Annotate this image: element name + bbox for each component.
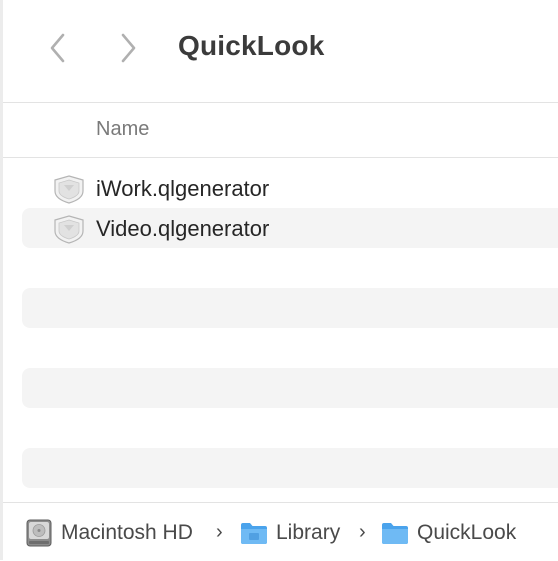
column-header-name[interactable]: Name xyxy=(96,118,149,141)
file-list: iWork.qlgenerator Video.qlgenerator xyxy=(0,158,558,502)
qlgenerator-plugin-icon xyxy=(54,175,84,204)
empty-row xyxy=(22,328,558,368)
empty-row xyxy=(22,368,558,408)
path-item-library[interactable]: Library xyxy=(240,517,340,549)
chevron-left-icon xyxy=(50,33,65,63)
empty-row xyxy=(22,448,558,488)
path-item-quicklook[interactable]: QuickLook xyxy=(381,517,516,549)
column-header-bar: Name xyxy=(3,103,558,158)
empty-row xyxy=(22,288,558,328)
forward-button[interactable] xyxy=(113,30,143,66)
empty-row xyxy=(22,248,558,288)
chevron-right-icon xyxy=(121,33,136,63)
path-bar: Macintosh HD › Library › QuickLook xyxy=(3,502,558,561)
qlgenerator-plugin-icon xyxy=(54,215,84,244)
hard-drive-icon xyxy=(26,519,52,547)
empty-row xyxy=(22,408,558,448)
file-row-iwork[interactable]: iWork.qlgenerator xyxy=(22,168,558,208)
folder-icon xyxy=(382,523,408,544)
path-item-macintosh-hd[interactable]: Macintosh HD xyxy=(25,517,193,549)
path-separator-icon: › xyxy=(359,521,366,543)
file-row-video[interactable]: Video.qlgenerator xyxy=(22,208,558,248)
toolbar: QuickLook xyxy=(3,0,558,103)
path-item-label: Macintosh HD xyxy=(61,521,193,544)
file-name: Video.qlgenerator xyxy=(96,216,270,241)
back-button[interactable] xyxy=(43,30,73,66)
file-name: iWork.qlgenerator xyxy=(96,176,270,201)
window-title: QuickLook xyxy=(178,30,325,61)
path-item-label: QuickLook xyxy=(417,521,517,544)
path-separator-icon: › xyxy=(216,521,223,543)
path-item-label: Library xyxy=(276,521,341,544)
folder-icon xyxy=(241,523,267,544)
